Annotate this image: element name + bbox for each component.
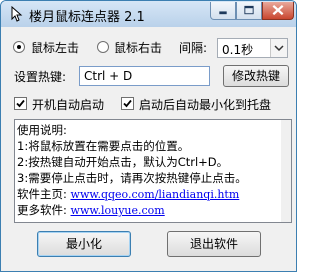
autostart-label[interactable]: 开机自动启动 bbox=[32, 96, 104, 113]
left-click-radio[interactable] bbox=[13, 41, 25, 53]
left-click-label[interactable]: 鼠标左击 bbox=[31, 39, 79, 56]
minimize-window-button[interactable] bbox=[210, 2, 236, 20]
homepage-label: 软件主页: bbox=[17, 187, 67, 201]
close-window-button[interactable] bbox=[262, 2, 294, 20]
instruction-line: 2:按热键自动开始点击，默认为Ctrl+D。 bbox=[17, 155, 229, 169]
dropdown-button[interactable] bbox=[270, 39, 287, 57]
minimize-icon bbox=[219, 11, 227, 15]
radio-selected-dot bbox=[17, 45, 21, 49]
app-icon bbox=[11, 6, 23, 22]
exit-button[interactable]: 退出软件 bbox=[167, 231, 261, 257]
minimize-to-tray-label[interactable]: 启动后自动最小化到托盘 bbox=[139, 96, 271, 113]
title-bar[interactable]: 楼月鼠标连点器 2.1 bbox=[1, 1, 296, 27]
checkmark-icon bbox=[123, 99, 132, 108]
modify-hotkey-button[interactable]: 修改热键 bbox=[223, 65, 289, 87]
instructions-heading: 使用说明: bbox=[17, 123, 67, 137]
hotkey-field[interactable]: Ctrl + D bbox=[79, 66, 210, 86]
checkmark-icon bbox=[16, 99, 25, 108]
minimize-to-tray-checkbox[interactable] bbox=[121, 97, 134, 110]
hotkey-value: Ctrl + D bbox=[84, 69, 133, 83]
instruction-line: 1:将鼠标放置在需要点击的位置。 bbox=[17, 139, 190, 153]
interval-value: 0.1秒 bbox=[222, 43, 254, 57]
right-click-label[interactable]: 鼠标右击 bbox=[114, 39, 162, 56]
right-click-radio[interactable] bbox=[97, 41, 109, 53]
maximize-icon bbox=[244, 5, 254, 15]
minimize-button[interactable]: 最小化 bbox=[37, 231, 131, 257]
interval-select[interactable]: 0.1秒 bbox=[217, 38, 288, 58]
instructions-textarea[interactable]: 使用说明: 1:将鼠标放置在需要点击的位置。 2:按热键自动开始点击，默认为Ct… bbox=[14, 119, 292, 223]
textarea-scrollbar[interactable] bbox=[281, 120, 291, 222]
window-title: 楼月鼠标连点器 2.1 bbox=[29, 10, 145, 25]
autostart-checkbox[interactable] bbox=[14, 97, 27, 110]
hotkey-label: 设置热键: bbox=[14, 70, 67, 84]
maximize-window-button[interactable] bbox=[236, 2, 262, 20]
app-window: 楼月鼠标连点器 2.1 鼠标左击 鼠标右击 间隔: 0.1秒 设置热键: Ctr… bbox=[0, 0, 297, 272]
more-software-row: 更多软件: www.louyue.com bbox=[17, 202, 165, 218]
homepage-row: 软件主页: www.qqeo.com/liandianqi.htm bbox=[17, 186, 239, 202]
more-software-label: 更多软件: bbox=[17, 203, 67, 217]
more-software-link[interactable]: www.louyue.com bbox=[71, 204, 165, 217]
homepage-link[interactable]: www.qqeo.com/liandianqi.htm bbox=[71, 188, 240, 201]
close-icon bbox=[272, 4, 284, 16]
instruction-line: 3:需要停止点击时，请再次按热键停止点击。 bbox=[17, 171, 247, 185]
chevron-down-icon bbox=[274, 45, 284, 52]
interval-label: 间隔: bbox=[179, 41, 208, 55]
